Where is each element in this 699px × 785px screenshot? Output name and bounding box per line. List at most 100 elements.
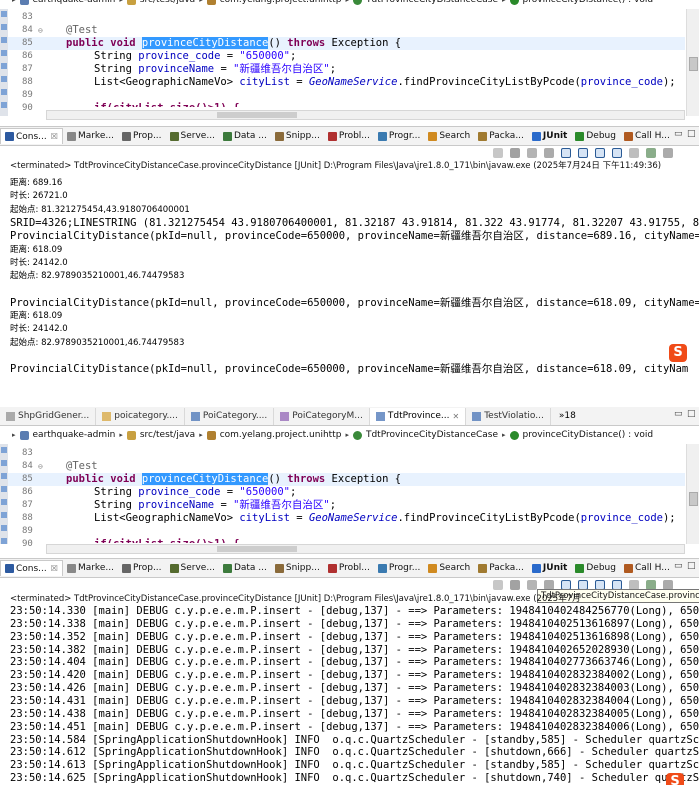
editor-vertical-scrollbar[interactable] bbox=[686, 444, 699, 544]
code-text: String provinceName = "新疆维吾尔自治区"; bbox=[94, 63, 337, 75]
tab-search[interactable]: Search bbox=[424, 560, 474, 576]
chevron-right-icon: ▸ bbox=[119, 0, 123, 4]
maximize-icon[interactable]: □ bbox=[687, 561, 696, 571]
editor-tab[interactable]: PoiCategory.... bbox=[185, 407, 275, 425]
breadcrumb-item[interactable]: src/test/java bbox=[140, 430, 195, 440]
open-console-icon[interactable] bbox=[629, 148, 639, 158]
bottom-window: ShpGridGener... poicategory.... PoiCategor… bbox=[0, 407, 699, 785]
fold-toggle-icon[interactable]: ⊖ bbox=[38, 460, 43, 473]
terminate-icon[interactable] bbox=[493, 148, 503, 158]
remove-launch-icon[interactable] bbox=[510, 148, 520, 158]
tab-problems[interactable]: Probl... bbox=[324, 128, 374, 144]
breadcrumb-item[interactable]: earthquake-admin bbox=[33, 0, 116, 5]
line-number: 88 bbox=[22, 77, 33, 87]
tab-progress[interactable]: Progr... bbox=[374, 560, 424, 576]
tab-servers[interactable]: Serve... bbox=[166, 560, 219, 576]
editor-horizontal-scrollbar[interactable] bbox=[46, 110, 685, 120]
editor-tab[interactable]: TdtProvince... ✕ bbox=[369, 407, 467, 425]
editor-horizontal-scrollbar[interactable] bbox=[46, 544, 685, 554]
terminate-icon[interactable] bbox=[493, 580, 503, 590]
tab-overflow-button[interactable]: »18 bbox=[559, 411, 576, 421]
tab-snippets[interactable]: Snipp... bbox=[271, 128, 324, 144]
search-icon bbox=[428, 563, 438, 573]
pin-console-icon[interactable] bbox=[595, 148, 605, 158]
console-line: 距离: 618.09 bbox=[10, 311, 63, 321]
problems-icon bbox=[327, 563, 337, 573]
chevron-right-icon: ▸ bbox=[502, 0, 506, 4]
tab-package-explorer[interactable]: Packa... bbox=[474, 560, 528, 576]
tab-call-hierarchy[interactable]: Call H... bbox=[620, 128, 674, 144]
tab-data-source[interactable]: Data ... bbox=[219, 560, 271, 576]
tab-label: Search bbox=[439, 563, 471, 573]
tab-console[interactable]: Cons... ☒ bbox=[0, 128, 63, 144]
new-console-icon[interactable] bbox=[646, 148, 656, 158]
maximize-icon[interactable]: □ bbox=[687, 129, 696, 139]
editor-tab[interactable]: TestViolatio... bbox=[466, 407, 551, 425]
editor-vertical-scrollbar[interactable] bbox=[686, 9, 699, 116]
tab-snippets[interactable]: Snipp... bbox=[271, 560, 324, 576]
minimize-icon[interactable]: ▭ bbox=[674, 409, 683, 419]
tab-problems[interactable]: Probl... bbox=[324, 560, 374, 576]
tab-markers[interactable]: Marke... bbox=[63, 560, 118, 576]
show-console-icon[interactable] bbox=[561, 148, 571, 158]
breadcrumb-item[interactable]: provinceCityDistance() : void bbox=[523, 430, 654, 440]
breadcrumb-item[interactable]: TdtProvinceCityDistanceCase bbox=[366, 430, 498, 440]
breadcrumb-item[interactable]: TdtProvinceCityDistanceCase bbox=[366, 0, 498, 5]
display-selected-icon[interactable] bbox=[612, 148, 622, 158]
line-number: 83 bbox=[22, 448, 33, 458]
fold-toggle-icon[interactable]: ⊖ bbox=[38, 24, 43, 37]
remove-launch-icon[interactable] bbox=[510, 580, 520, 590]
minimize-icon[interactable]: ▭ bbox=[674, 129, 683, 139]
tab-label: Probl... bbox=[338, 131, 370, 141]
code-editor[interactable]: 83 84 ⊖ @Test 85 public void provinceCityDist… bbox=[0, 444, 699, 549]
remove-all-icon[interactable] bbox=[527, 580, 537, 590]
tab-servers[interactable]: Serve... bbox=[166, 128, 219, 144]
tab-debug[interactable]: Debug bbox=[571, 560, 620, 576]
code-text: @Test bbox=[66, 460, 98, 472]
tab-markers[interactable]: Marke... bbox=[63, 128, 118, 144]
tab-progress[interactable]: Progr... bbox=[374, 128, 424, 144]
tab-label: JUnit bbox=[542, 131, 568, 141]
tab-search[interactable]: Search bbox=[424, 128, 474, 144]
progress-icon bbox=[377, 563, 387, 573]
editor-tab-label: poicategory.... bbox=[114, 411, 178, 421]
maximize-icon[interactable]: □ bbox=[687, 409, 696, 419]
log-line: 23:50:14.438 [main] DEBUG c.y.p.e.e.m.P.… bbox=[10, 707, 699, 720]
tab-call-hierarchy[interactable]: Call H... bbox=[620, 560, 674, 576]
log-line: 23:50:14.330 [main] DEBUG c.y.p.e.e.m.P.… bbox=[10, 605, 699, 617]
tab-junit[interactable]: JUnit bbox=[528, 128, 571, 144]
close-icon[interactable]: ☒ bbox=[51, 132, 58, 141]
close-icon[interactable]: ☒ bbox=[51, 564, 58, 573]
tab-junit[interactable]: JUnit bbox=[528, 560, 571, 576]
editor-tab[interactable]: PoiCategoryM... bbox=[274, 407, 370, 425]
log-line: 23:50:14.612 [SpringApplicationShutdownH… bbox=[10, 746, 699, 759]
line-number: 87 bbox=[22, 500, 33, 510]
breadcrumb-item[interactable]: src/test/java bbox=[140, 0, 195, 5]
console-line: 距离: 689.16 bbox=[10, 178, 63, 188]
tab-properties[interactable]: Prop... bbox=[118, 128, 166, 144]
view-menu-icon[interactable] bbox=[663, 148, 673, 158]
minimize-icon[interactable]: ▭ bbox=[674, 561, 683, 571]
breadcrumb-item[interactable]: earthquake-admin bbox=[33, 430, 116, 440]
tab-label: Call H... bbox=[634, 563, 670, 573]
tab-data-source[interactable]: Data ... bbox=[219, 128, 271, 144]
close-icon[interactable]: ✕ bbox=[452, 412, 459, 421]
line-number: 86 bbox=[22, 487, 33, 497]
code-editor[interactable]: 83 84 ⊖ @Test 85 public void provinceCityDist… bbox=[0, 9, 699, 116]
tab-debug[interactable]: Debug bbox=[571, 128, 620, 144]
junit-icon bbox=[531, 131, 541, 141]
editor-tab[interactable]: ShpGridGener... bbox=[0, 407, 97, 425]
tab-label: JUnit bbox=[542, 563, 568, 573]
breadcrumb-item[interactable]: com.yelang.project.unihttp bbox=[220, 0, 342, 5]
tab-properties[interactable]: Prop... bbox=[118, 560, 166, 576]
tab-console[interactable]: Cons... ☒ bbox=[0, 560, 63, 576]
tab-package-explorer[interactable]: Packa... bbox=[474, 128, 528, 144]
breadcrumb-item[interactable]: provinceCityDistance() : void bbox=[523, 0, 654, 5]
console-terminated-label: <terminated> TdtProvinceCityDistanceCase… bbox=[10, 594, 581, 604]
breadcrumb-item[interactable]: com.yelang.project.unihttp bbox=[220, 430, 342, 440]
word-wrap-icon[interactable] bbox=[578, 148, 588, 158]
scroll-lock-icon[interactable] bbox=[544, 148, 554, 158]
editor-tab[interactable]: poicategory.... bbox=[96, 407, 185, 425]
remove-all-icon[interactable] bbox=[527, 148, 537, 158]
line-number: 85 bbox=[22, 38, 33, 48]
